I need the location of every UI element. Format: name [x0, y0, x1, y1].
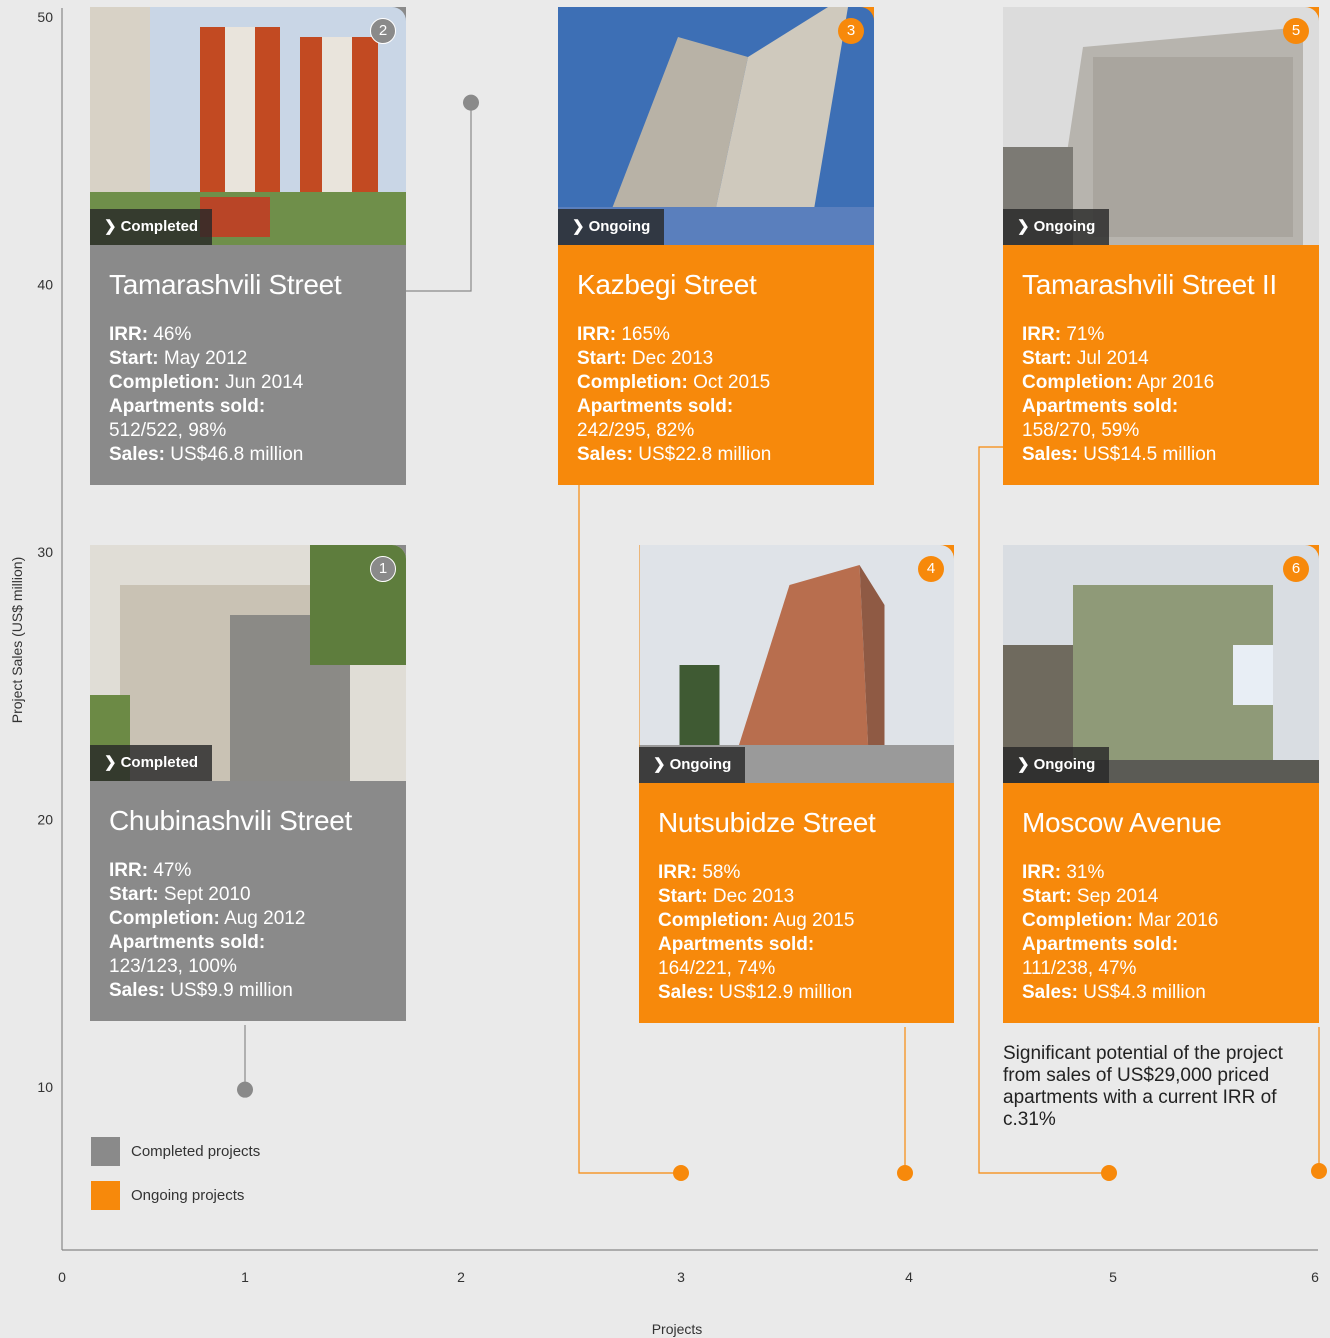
project-card-kazbegi: ❯ Ongoing 3 Kazbegi Street IRR: 165% Star…: [558, 7, 874, 485]
data-point: [897, 1165, 913, 1181]
status-tag: ❯ Completed: [90, 209, 213, 245]
project-card-nutsubidze: ❯ Ongoing 4 Nutsubidze Street IRR: 58% St…: [639, 545, 954, 1023]
project-photo: ❯ Ongoing 3: [558, 7, 874, 245]
x-tick-label: 0: [58, 1269, 66, 1285]
chevron-right-icon: ❯: [1017, 218, 1030, 235]
project-title: Chubinashvili Street: [109, 805, 353, 836]
connector-line: [406, 102, 472, 292]
chevron-right-icon: ❯: [104, 754, 117, 771]
project-photo: ❯ Ongoing 5: [1003, 7, 1319, 245]
status-tag: ❯ Ongoing: [558, 209, 665, 245]
project-title: Tamarashvili Street II: [1022, 269, 1277, 300]
y-tick-label: 50: [37, 9, 53, 25]
project-title: Tamarashvili Street: [109, 269, 342, 300]
project-title: Moscow Avenue: [1022, 807, 1222, 838]
x-tick-label: 5: [1109, 1269, 1117, 1285]
project-number-badge: 2: [370, 18, 396, 44]
annotation-note: Significant potential of the project fro…: [1003, 1043, 1283, 1130]
project-photo: ❯ Ongoing 4: [639, 545, 954, 783]
status-tag: ❯ Ongoing: [1003, 209, 1110, 245]
x-tick-label: 3: [677, 1269, 685, 1285]
data-point: [1101, 1165, 1117, 1181]
x-tick-label: 4: [905, 1269, 913, 1285]
data-point: [237, 1081, 253, 1098]
project-title: Nutsubidze Street: [658, 807, 876, 838]
legend-label-ongoing: Ongoing projects: [131, 1187, 245, 1204]
project-card-tamarashvili: ❯ Completed 2 Tamarashvili Street IRR: 46…: [90, 7, 406, 485]
legend-swatch-completed: [91, 1137, 120, 1166]
project-card-chubinashvili: ❯ Completed 1 Chubinashvili Street IRR: 4…: [90, 545, 406, 1021]
project-number-badge: 6: [1283, 556, 1309, 582]
chevron-right-icon: ❯: [572, 218, 585, 235]
x-tick-label: 2: [457, 1269, 465, 1285]
project-card-moscow-avenue: ❯ Ongoing 6 Moscow Avenue IRR: 31% Start:…: [1003, 545, 1319, 1023]
chevron-right-icon: ❯: [653, 756, 666, 773]
y-tick-label: 10: [37, 1079, 53, 1095]
y-tick-label: 40: [37, 277, 53, 293]
legend-label-completed: Completed projects: [131, 1143, 261, 1160]
y-tick-label: 30: [37, 544, 53, 560]
data-point: [463, 94, 479, 111]
status-tag: ❯ Ongoing: [639, 747, 746, 783]
y-tick-label: 20: [37, 812, 53, 828]
data-point: [1311, 1163, 1327, 1179]
status-tag: ❯ Ongoing: [1003, 747, 1110, 783]
status-tag: ❯ Completed: [90, 745, 213, 781]
data-point: [673, 1165, 689, 1181]
x-axis-title: Projects: [652, 1321, 703, 1337]
project-number-badge: 1: [370, 556, 396, 582]
project-number-badge: 3: [838, 18, 864, 44]
y-axis-title: Project Sales (US$ million): [9, 557, 25, 724]
project-photo: ❯ Completed 2: [90, 7, 406, 245]
project-photo: ❯ Ongoing 6: [1003, 545, 1319, 783]
chevron-right-icon: ❯: [1017, 756, 1030, 773]
project-title: Kazbegi Street: [577, 269, 757, 300]
project-card-tamarashvili-ii: ❯ Ongoing 5 Tamarashvili Street II IRR: 7…: [1003, 7, 1319, 485]
chevron-right-icon: ❯: [104, 218, 117, 235]
x-tick-label: 1: [241, 1269, 249, 1285]
legend-swatch-ongoing: [91, 1181, 120, 1210]
project-number-badge: 4: [918, 556, 944, 582]
project-photo: ❯ Completed 1: [90, 545, 406, 781]
project-number-badge: 5: [1283, 18, 1309, 44]
x-tick-label: 6: [1311, 1269, 1319, 1285]
